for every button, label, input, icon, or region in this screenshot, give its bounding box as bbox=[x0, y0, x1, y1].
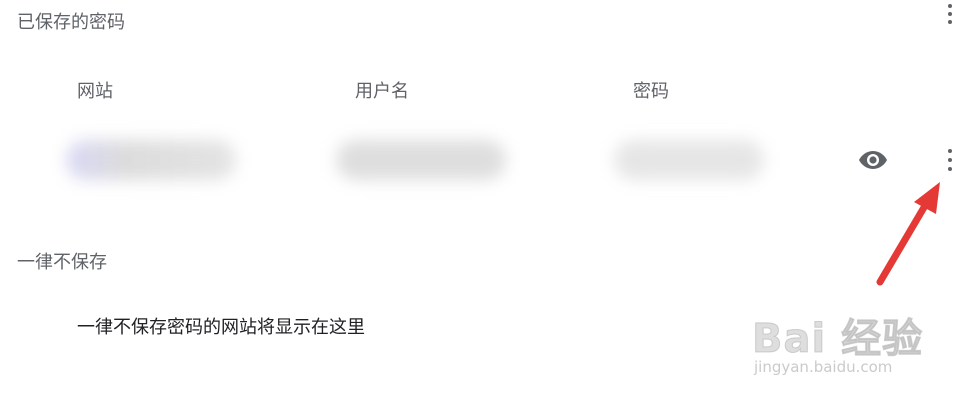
never-saved-empty-message: 一律不保存密码的网站将显示在这里 bbox=[77, 317, 365, 338]
saved-password-row bbox=[58, 122, 958, 200]
watermark: Bai 经验 jingyan.baidu.com bbox=[751, 292, 972, 382]
never-saved-title: 一律不保存 bbox=[17, 252, 107, 273]
column-header-website: 网站 bbox=[77, 81, 113, 102]
red-arrow-annotation bbox=[876, 182, 940, 286]
column-header-password: 密码 bbox=[633, 81, 669, 102]
saved-passwords-title: 已保存的密码 bbox=[17, 12, 125, 33]
username-cell-blurred bbox=[336, 140, 506, 180]
more-vert-icon[interactable] bbox=[946, 149, 954, 171]
watermark-url: jingyan.baidu.com bbox=[754, 358, 893, 376]
website-cell-blurred bbox=[66, 140, 236, 180]
watermark-logo: Bai 经验 bbox=[751, 316, 924, 363]
password-cell-blurred bbox=[614, 140, 764, 180]
more-vert-icon[interactable] bbox=[946, 4, 954, 24]
eye-icon[interactable] bbox=[858, 149, 888, 171]
column-header-username: 用户名 bbox=[355, 81, 409, 102]
